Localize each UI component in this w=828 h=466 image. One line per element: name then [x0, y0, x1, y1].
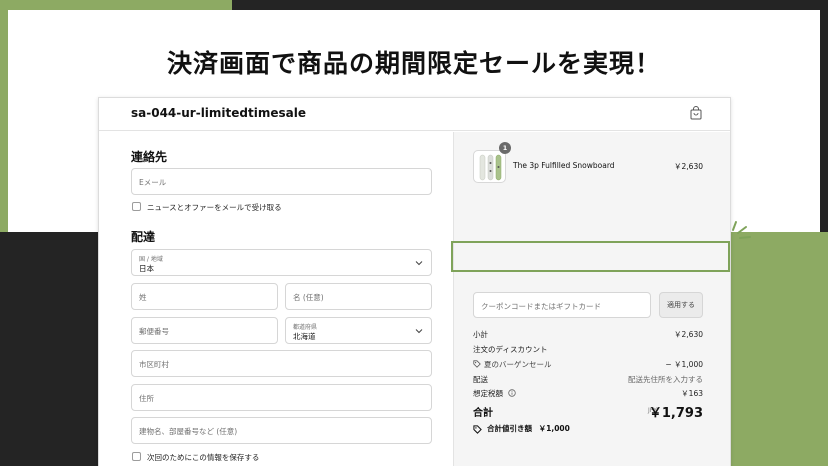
tax-row: 想定税額 [473, 388, 517, 399]
tax-label: 想定税額 [473, 389, 503, 398]
total-value: ￥1,793 [648, 406, 703, 421]
decor-green-top-left [0, 0, 232, 10]
product-price: ￥2,630 [674, 162, 703, 171]
quantity-badge: 1 [499, 142, 511, 154]
savings-value: ￥1,000 [538, 424, 570, 433]
save-info-label: 次回のためにこの情報を保存する [147, 453, 260, 462]
first-name-field[interactable]: 名 (任意) [285, 283, 432, 310]
chevron-down-icon [415, 261, 423, 266]
product-name: The 3p Fulfilled Snowboard [513, 161, 615, 170]
postal-code-placeholder: 郵便番号 [139, 327, 169, 336]
slide-headline: 決済画面で商品の期間限定セールを実現！ [166, 49, 661, 78]
delivery-title: 配達 [131, 230, 156, 244]
subtotal-value: ￥2,630 [674, 330, 703, 339]
address-field[interactable]: 住所 [131, 384, 432, 411]
first-name-placeholder: 名 (任意) [293, 293, 324, 302]
subtotal-label: 小計 [473, 330, 488, 339]
coupon-input[interactable]: クーポンコードまたはギフトカード [473, 292, 651, 318]
email-placeholder: Eメール [139, 178, 167, 187]
decor-green-bottom-right [730, 232, 828, 466]
shipping-value: 配送先住所を入力する [628, 375, 703, 384]
postal-code-field[interactable]: 郵便番号 [131, 317, 278, 344]
prefecture-value: 北海道 [293, 332, 316, 341]
shopping-bag-icon[interactable] [690, 106, 702, 120]
city-field[interactable]: 市区町村 [131, 350, 432, 377]
country-value: 日本 [139, 264, 154, 273]
discount-highlight-box [451, 241, 730, 272]
country-label: 国 / 地域 [139, 256, 163, 263]
order-summary: 1 The 3p Fulfilled Snowboard ￥2,630 クーポン… [453, 132, 730, 466]
order-discount-label: 注文のディスカウント [473, 345, 548, 354]
tag-icon [473, 424, 482, 434]
checkout-window: sa-044-ur-limitedtimesale 連絡先 Eメール ニュースと… [98, 97, 731, 466]
checkout-header: sa-044-ur-limitedtimesale [99, 98, 730, 131]
shipping-label: 配送 [473, 375, 488, 384]
coupon-placeholder: クーポンコードまたはギフトカード [481, 302, 601, 311]
last-name-field[interactable]: 姓 [131, 283, 278, 310]
tax-value: ￥163 [681, 389, 703, 398]
newsletter-checkbox[interactable] [132, 202, 141, 211]
total-savings-row: 合計値引き額 ￥1,000 [473, 423, 570, 434]
discount-name-row: 夏のバーゲンセール [473, 359, 552, 370]
contact-title: 連絡先 [131, 150, 168, 164]
emphasis-spark-icon [732, 221, 751, 239]
discount-name: 夏のバーゲンセール [484, 360, 552, 369]
tag-icon [473, 360, 481, 368]
last-name-placeholder: 姓 [139, 293, 147, 302]
apply-coupon-button[interactable]: 適用する [659, 292, 703, 318]
snowboard-image [479, 154, 502, 181]
email-field[interactable]: Eメール [131, 168, 432, 195]
info-icon[interactable] [508, 389, 517, 397]
store-name[interactable]: sa-044-ur-limitedtimesale [131, 106, 306, 120]
chevron-down-icon [415, 329, 423, 334]
total-label: 合計 [473, 408, 493, 419]
decor-dark-top-right [232, 0, 828, 10]
newsletter-label: ニュースとオファーをメールで受け取る [147, 203, 282, 212]
country-select[interactable]: 国 / 地域 日本 [131, 249, 432, 276]
building-placeholder: 建物名、部屋番号など (任意) [139, 427, 238, 436]
save-info-checkbox[interactable] [132, 452, 141, 461]
checkout-form: 連絡先 Eメール ニュースとオファーをメールで受け取る 配達 国 / 地域 日本… [99, 132, 453, 466]
savings-label: 合計値引き額 [487, 424, 532, 433]
address-placeholder: 住所 [139, 394, 154, 403]
prefecture-select[interactable]: 都道府県 北海道 [285, 317, 432, 344]
prefecture-label: 都道府県 [293, 324, 318, 331]
product-thumbnail [473, 150, 506, 183]
discount-value: − ￥1,000 [665, 360, 703, 369]
building-field[interactable]: 建物名、部屋番号など (任意) [131, 417, 432, 444]
city-placeholder: 市区町村 [139, 360, 169, 369]
decor-dark-bottom-left [0, 232, 98, 466]
